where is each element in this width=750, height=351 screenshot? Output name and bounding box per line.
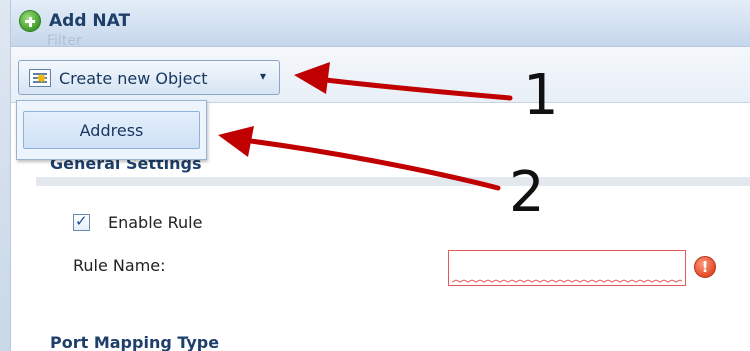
enable-rule-checkbox[interactable]: ✓ xyxy=(73,212,90,231)
create-new-object-button[interactable]: ✸ Create new Object ▾ xyxy=(18,60,280,95)
toolbar: ✸ Create new Object ▾ xyxy=(11,47,750,103)
create-object-dropdown-menu: Address xyxy=(16,100,207,160)
menu-item-label: Address xyxy=(79,121,144,140)
chevron-down-icon: ▾ xyxy=(260,69,267,83)
create-new-object-label: Create new Object xyxy=(59,69,208,88)
rule-name-label: Rule Name: xyxy=(73,256,166,275)
enable-rule-label: Enable Rule xyxy=(108,213,203,232)
callout-number-1: 1 xyxy=(523,63,559,128)
section-divider xyxy=(36,177,750,186)
new-object-icon: ✸ xyxy=(29,69,51,87)
error-icon: ! xyxy=(694,256,716,278)
error-icon-glyph: ! xyxy=(701,258,709,276)
menu-item-address[interactable]: Address xyxy=(23,111,200,149)
window-left-border xyxy=(0,0,11,351)
checkbox-check-icon: ✓ xyxy=(75,212,88,230)
callout-number-2: 2 xyxy=(509,160,545,225)
window-titlebar: Add NAT Filter xyxy=(11,0,750,49)
window-title: Add NAT xyxy=(49,11,131,31)
validation-squiggle xyxy=(452,279,682,283)
section-title-port-mapping-type: Port Mapping Type xyxy=(50,333,220,351)
add-circle-icon xyxy=(19,10,41,32)
